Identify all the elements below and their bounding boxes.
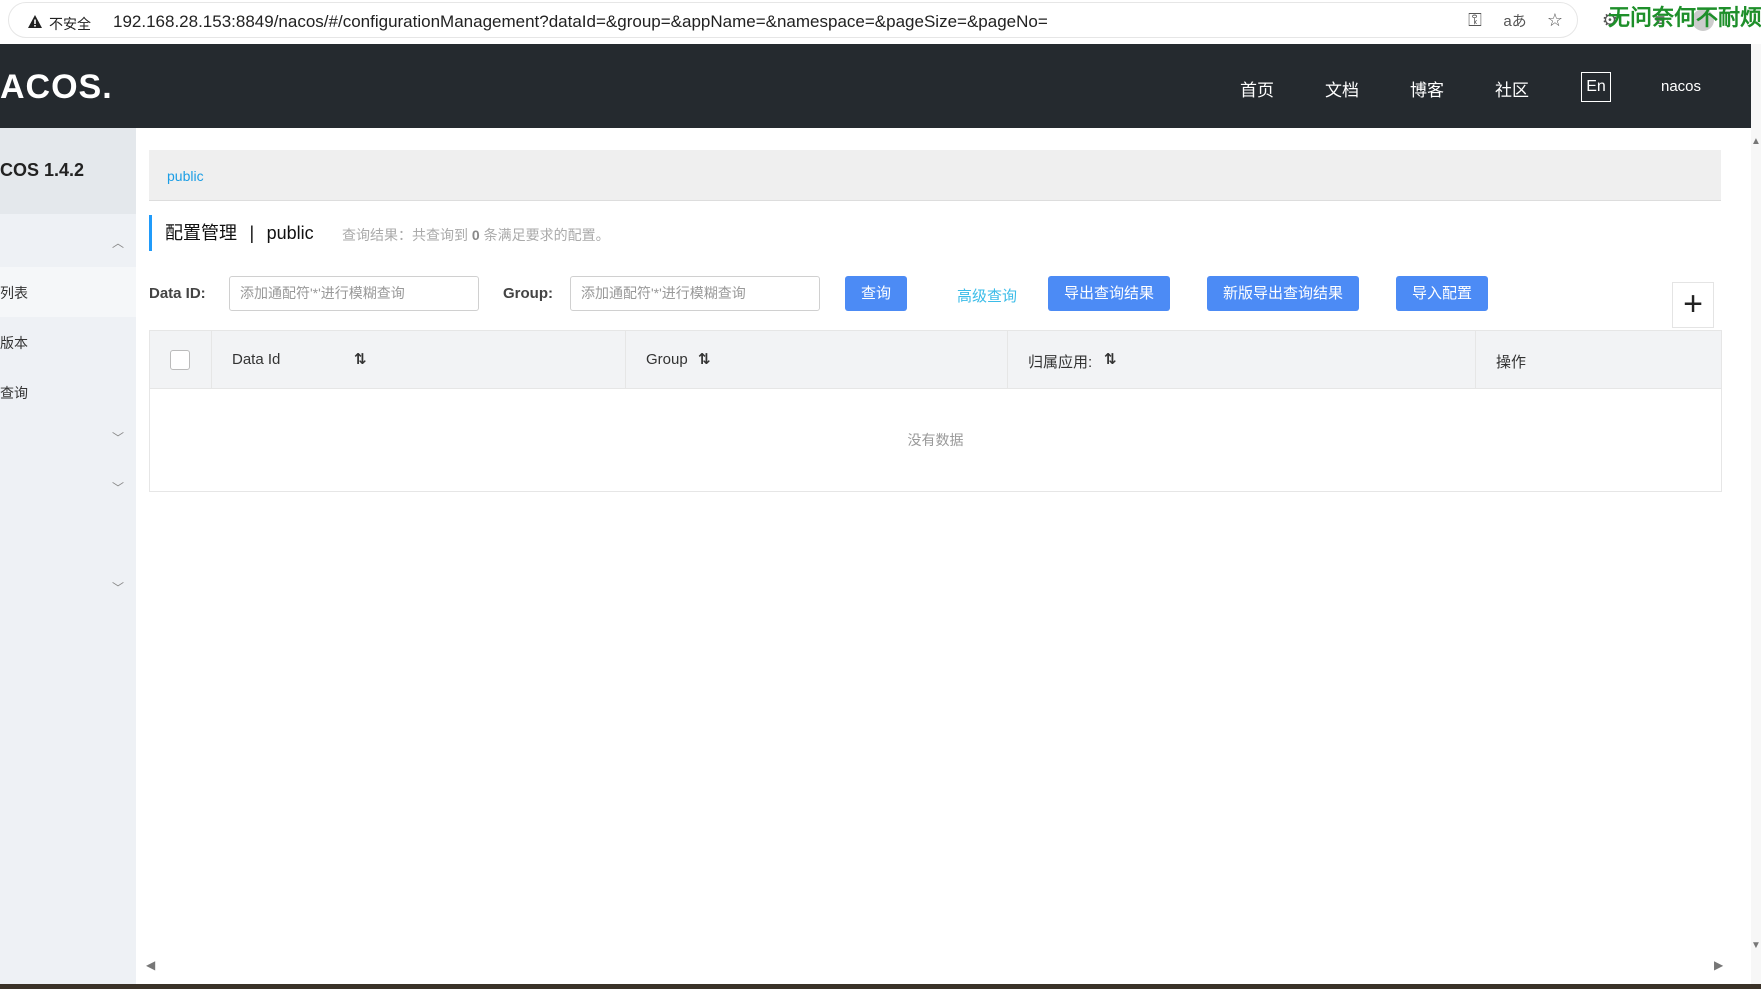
result-count: 0 [471, 227, 480, 243]
scroll-up-arrow[interactable]: ▲ [1751, 136, 1761, 147]
column-label: 操作 [1496, 354, 1527, 371]
dataid-input[interactable]: 添加通配符'*'进行模糊查询 [229, 276, 479, 311]
chevron-down-icon[interactable]: ﹀ [112, 479, 124, 495]
scroll-left-arrow[interactable]: ◀ [146, 958, 155, 972]
chevron-down-icon[interactable]: ﹀ [112, 429, 124, 445]
config-table: Data Id ⇅ Group ⇅ 归属应用: ⇅ 操作 没有数据 [149, 330, 1722, 492]
nacos-logo[interactable]: ACOS. [0, 68, 113, 107]
page-title: 配置管理 | public 查询结果：共查询到 0 条满足要求的配置。 [149, 215, 610, 251]
nav-blog[interactable]: 博客 [1410, 76, 1444, 101]
translate-icon[interactable]: aあ [1503, 8, 1527, 32]
sidebar-item-label: 查询 [0, 385, 28, 401]
sidebar-item-label: 版本 [0, 335, 28, 351]
nav-docs[interactable]: 文档 [1325, 76, 1359, 101]
column-header-group[interactable]: Group ⇅ [626, 331, 1008, 389]
page-title-text: 配置管理 [165, 223, 237, 243]
column-header-actions: 操作 [1476, 331, 1721, 389]
empty-state: 没有数据 [907, 432, 964, 448]
user-name[interactable]: nacos [1661, 78, 1701, 95]
sort-icon[interactable]: ⇅ [354, 350, 367, 368]
watermark: 无问奈何不耐烦 [1608, 5, 1761, 30]
scroll-right-arrow[interactable]: ▶ [1714, 958, 1723, 972]
page-title-namespace: public [266, 223, 314, 243]
scroll-down-arrow[interactable]: ▼ [1751, 940, 1761, 951]
result-suffix: 条满足要求的配置。 [483, 227, 610, 243]
sort-icon[interactable]: ⇅ [1104, 350, 1117, 368]
result-prefix: 查询结果：共查询到 [342, 227, 468, 243]
browser-address-bar: 不安全 192.168.28.153:8849/nacos/#/configur… [0, 0, 1761, 40]
star-icon[interactable]: ☆ [1543, 8, 1567, 32]
key-icon[interactable]: ⚿ [1463, 8, 1487, 32]
sidebar-item-listening-query[interactable]: 查询 [0, 367, 136, 417]
main-content: public 配置管理 | public 查询结果：共查询到 0 条满足要求的配… [136, 128, 1751, 984]
query-button[interactable]: 查询 [845, 276, 907, 311]
sidebar-item-list[interactable]: 列表 [0, 267, 136, 317]
table-header: Data Id ⇅ Group ⇅ 归属应用: ⇅ 操作 [150, 331, 1721, 389]
import-config-button[interactable]: 导入配置 [1396, 276, 1488, 311]
namespace-tab-public[interactable]: public [167, 168, 204, 184]
url-text[interactable]: 192.168.28.153:8849/nacos/#/configuratio… [113, 12, 1048, 32]
warning-icon [28, 15, 42, 28]
namespace-bar: public [149, 150, 1721, 201]
select-all-cell [150, 331, 212, 389]
version-label: COS 1.4.2 [0, 160, 85, 180]
top-navigation: ACOS. 首页 文档 博客 社区 En nacos [0, 44, 1751, 128]
dataid-label: Data ID: [149, 285, 206, 302]
nav-home[interactable]: 首页 [1240, 76, 1274, 101]
language-toggle-button[interactable]: En [1581, 72, 1611, 102]
select-all-checkbox[interactable] [170, 350, 190, 370]
query-result-summary: 查询结果：共查询到 0 条满足要求的配置。 [342, 225, 610, 245]
group-input[interactable]: 添加通配符'*'进行模糊查询 [570, 276, 820, 311]
export-button[interactable]: 导出查询结果 [1048, 276, 1170, 311]
sidebar-item-label: 列表 [0, 285, 28, 301]
column-label: Group [646, 351, 688, 368]
export-new-button[interactable]: 新版导出查询结果 [1207, 276, 1359, 311]
group-label: Group: [503, 285, 553, 302]
add-config-button[interactable]: + [1672, 282, 1714, 328]
chevron-down-icon[interactable]: ﹀ [112, 579, 124, 595]
title-separator: | [249, 223, 255, 243]
advanced-query-link[interactable]: 高级查询 [957, 285, 1017, 306]
nav-community[interactable]: 社区 [1495, 76, 1529, 101]
column-header-dataid[interactable]: Data Id ⇅ [212, 331, 626, 389]
filter-row: Data ID: 添加通配符'*'进行模糊查询 Group: 添加通配符'*'进… [149, 276, 1721, 312]
chevron-up-icon[interactable]: ︿ [112, 234, 124, 250]
column-header-app[interactable]: 归属应用: ⇅ [1008, 331, 1476, 389]
taskbar-strip [0, 984, 1761, 989]
column-label: 归属应用: [1028, 354, 1093, 371]
sort-icon[interactable]: ⇅ [698, 350, 711, 368]
sidebar-version-header: COS 1.4.2 [0, 128, 136, 214]
column-label: Data Id [232, 351, 281, 368]
security-label[interactable]: 不安全 [49, 14, 91, 34]
sidebar-item-history[interactable]: 版本 [0, 317, 136, 367]
url-bar[interactable]: 不安全 192.168.28.153:8849/nacos/#/configur… [8, 2, 1578, 38]
sidebar: COS 1.4.2 ︿ 列表 版本 查询 ﹀ ﹀ ﹀ [0, 128, 136, 984]
vertical-scrollbar[interactable]: ▲ ▼ [1751, 44, 1761, 984]
